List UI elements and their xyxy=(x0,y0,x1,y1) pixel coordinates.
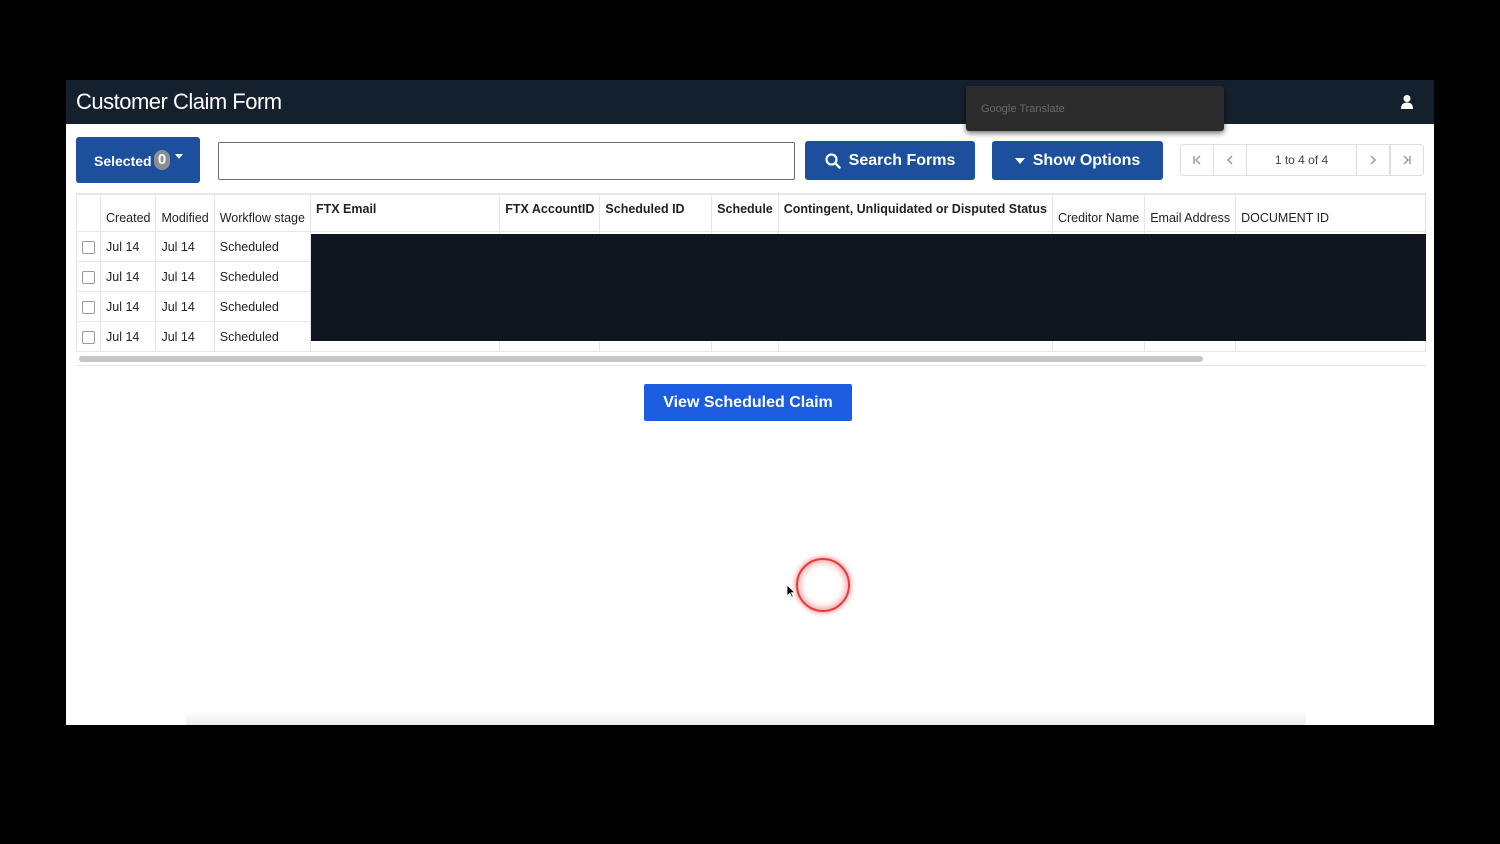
modified-cell: Jul 14 xyxy=(155,291,215,322)
search-forms-button[interactable]: Search Forms xyxy=(805,141,975,180)
next-page-icon xyxy=(1370,155,1377,165)
caret-down-icon xyxy=(175,154,183,159)
workflow-stage-cell: Scheduled xyxy=(213,261,311,292)
last-page-button[interactable] xyxy=(1390,145,1423,175)
search-input[interactable] xyxy=(218,142,795,180)
column-header-created[interactable]: Created xyxy=(99,194,157,232)
table-header-row: Created Modified Workflow stage FTX Emai… xyxy=(76,194,1426,232)
search-icon xyxy=(825,152,841,169)
row-checkbox[interactable] xyxy=(82,300,95,314)
created-cell: Jul 14 xyxy=(99,261,157,292)
show-options-button[interactable]: Show Options xyxy=(992,141,1163,180)
row-select-cell xyxy=(76,321,101,352)
row-checkbox[interactable] xyxy=(82,240,95,254)
cursor-icon xyxy=(786,584,796,598)
created-cell: Jul 14 xyxy=(99,231,157,262)
created-cell: Jul 14 xyxy=(99,291,157,322)
selected-dropdown-button[interactable]: Selected 0 xyxy=(76,137,200,183)
column-header-ftx-account-id[interactable]: FTX AccountID xyxy=(499,194,601,232)
bottom-shadow xyxy=(186,711,1306,725)
view-scheduled-claim-button[interactable]: View Scheduled Claim xyxy=(644,384,852,421)
click-indicator xyxy=(796,558,850,612)
modified-cell: Jul 14 xyxy=(155,321,215,352)
redaction-block xyxy=(311,234,1426,341)
column-header-contingent-status[interactable]: Contingent, Unliquidated or Disputed Sta… xyxy=(777,194,1053,232)
search-forms-label: Search Forms xyxy=(848,151,956,169)
prev-page-button[interactable] xyxy=(1214,145,1247,175)
column-header-document-id[interactable]: DOCUMENT ID xyxy=(1235,194,1426,232)
user-icon[interactable] xyxy=(1400,94,1414,110)
modified-cell: Jul 14 xyxy=(155,261,215,292)
app-window: Customer Claim Form Google Translate Sel… xyxy=(66,80,1434,725)
show-options-label: Show Options xyxy=(1032,151,1141,169)
row-select-cell xyxy=(76,291,101,322)
row-select-cell xyxy=(76,261,101,292)
caret-down-icon xyxy=(1014,157,1025,164)
row-select-cell xyxy=(76,231,101,262)
row-checkbox[interactable] xyxy=(82,330,95,344)
column-header-scheduled-id[interactable]: Scheduled ID xyxy=(599,194,713,232)
column-header-schedule[interactable]: Schedule xyxy=(711,194,779,232)
workflow-stage-cell: Scheduled xyxy=(213,321,311,352)
select-column-header xyxy=(76,194,101,232)
row-checkbox[interactable] xyxy=(82,270,95,284)
workflow-stage-cell: Scheduled xyxy=(213,291,311,322)
prev-page-icon xyxy=(1226,155,1233,165)
column-header-ftx-email[interactable]: FTX Email xyxy=(309,194,501,232)
modified-cell: Jul 14 xyxy=(155,231,215,262)
last-page-icon xyxy=(1403,155,1411,165)
selected-count-badge: 0 xyxy=(154,150,170,170)
page-info: 1 to 4 of 4 xyxy=(1274,153,1329,167)
first-page-button[interactable] xyxy=(1181,145,1214,175)
created-cell: Jul 14 xyxy=(99,321,157,352)
google-translate-popup: Google Translate xyxy=(966,86,1224,131)
next-page-button[interactable] xyxy=(1356,145,1390,175)
google-translate-label: Google Translate xyxy=(981,103,1065,115)
forms-grid: Created Modified Workflow stage FTX Emai… xyxy=(76,193,1426,366)
workflow-stage-cell: Scheduled xyxy=(213,231,311,262)
title-bar: Customer Claim Form xyxy=(66,80,1434,124)
column-header-creditor-name[interactable]: Creditor Name xyxy=(1051,194,1146,232)
column-header-modified[interactable]: Modified xyxy=(155,194,215,232)
column-header-workflow-stage[interactable]: Workflow stage xyxy=(213,194,311,232)
first-page-icon xyxy=(1193,155,1201,165)
pagination: 1 to 4 of 4 xyxy=(1180,144,1424,176)
selected-label: Selected xyxy=(94,153,152,169)
horizontal-scrollbar[interactable] xyxy=(79,356,1203,362)
column-header-email-address[interactable]: Email Address xyxy=(1144,194,1237,232)
app-title: Customer Claim Form xyxy=(76,89,282,114)
